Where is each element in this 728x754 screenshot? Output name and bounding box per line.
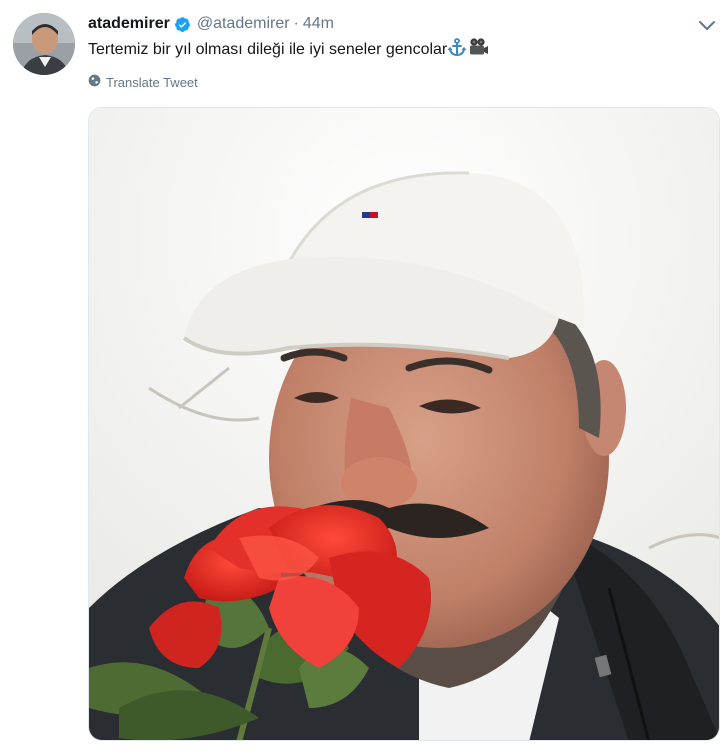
anchor-icon — [447, 37, 467, 64]
avatar-image — [13, 13, 75, 75]
photo-image — [89, 108, 719, 740]
movie-camera-icon — [467, 37, 489, 64]
tweet-header: atademirer @atademirer · 44m — [88, 13, 334, 35]
tweet-body: Tertemiz bir yıl olması dileği ile iyi s… — [88, 37, 489, 64]
display-name[interactable]: atademirer — [88, 15, 170, 33]
user-handle[interactable]: @atademirer — [197, 15, 290, 33]
translate-label: Translate Tweet — [106, 74, 198, 90]
profile-avatar[interactable] — [13, 13, 75, 75]
verified-badge-icon — [174, 16, 191, 33]
tweet-photo[interactable] — [88, 107, 720, 741]
separator-dot: · — [293, 15, 299, 32]
tweet-text: Tertemiz bir yıl olması dileği ile iyi s… — [88, 41, 448, 58]
translate-tweet-link[interactable]: Translate Tweet — [88, 74, 198, 90]
chevron-down-icon[interactable] — [698, 18, 716, 30]
tweet-timestamp[interactable]: 44m — [303, 15, 334, 33]
globe-icon — [88, 74, 106, 90]
